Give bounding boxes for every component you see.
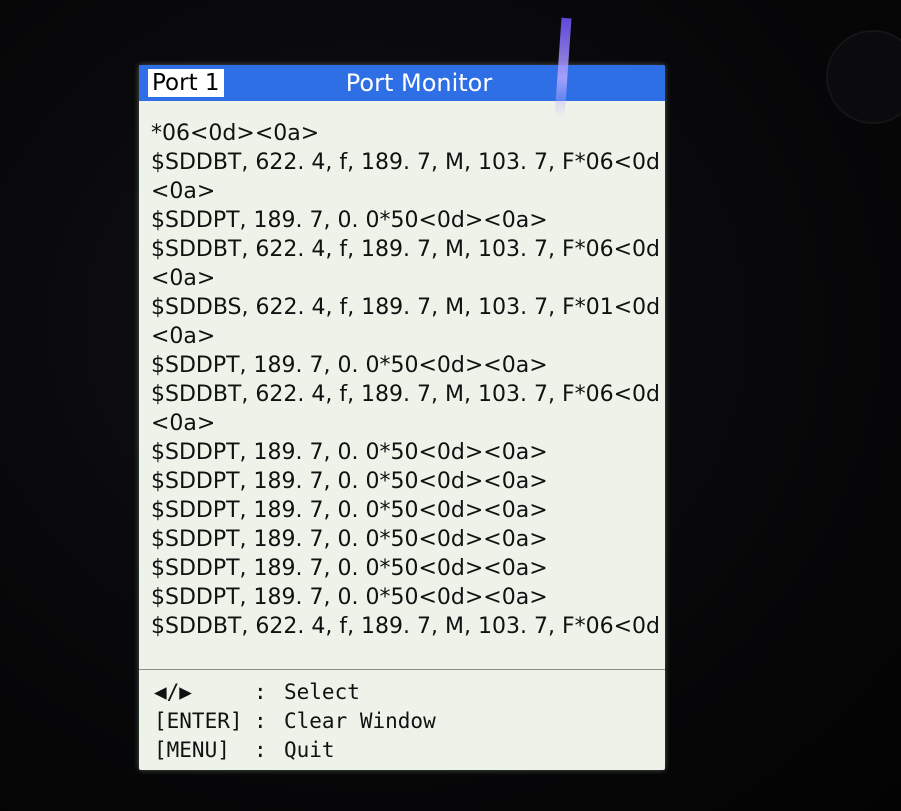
- log-line: *06<0d><0a>: [151, 121, 320, 146]
- log-line: $SDDPT, 189. 7, 0. 0*50<0d><0a>: [151, 469, 548, 494]
- port-selector[interactable]: Port 1: [148, 69, 224, 97]
- key-help: ◀/▶: Select [ENTER]: Clear Window [MENU]: Qui…: [154, 678, 654, 765]
- title-bar: Port 1 Port Monitor: [139, 65, 665, 101]
- divider: [139, 669, 665, 670]
- log-line: $SDDPT, 189. 7, 0. 0*50<0d><0a>: [151, 556, 548, 581]
- port-monitor-screen: Port 1 Port Monitor *06<0d><0a> $SDDBT, 6…: [139, 65, 665, 770]
- log-line: $SDDPT, 189. 7, 0. 0*50<0d><0a>: [151, 440, 548, 465]
- window-title: Port Monitor: [345, 69, 493, 97]
- log-line: $SDDPT, 189. 7, 0. 0*50<0d><0a>: [151, 498, 548, 523]
- log-line: <0a>: [151, 324, 216, 349]
- log-line: $SDDBT, 622. 4, f, 189. 7, M, 103. 7, F*…: [151, 150, 661, 175]
- help-row: [ENTER]: Clear Window: [154, 707, 654, 736]
- help-action: Clear Window: [284, 709, 436, 733]
- log-line: $SDDBT, 622. 4, f, 189. 7, M, 103. 7, F*…: [151, 382, 661, 407]
- help-row: ◀/▶: Select: [154, 678, 654, 707]
- log-line: <0a>: [151, 266, 216, 291]
- help-row: [MENU]: Quit: [154, 736, 654, 765]
- help-action: Select: [284, 680, 360, 704]
- log-line: $SDDPT, 189. 7, 0. 0*50<0d><0a>: [151, 353, 548, 378]
- help-action: Quit: [284, 738, 335, 762]
- log-line: $SDDPT, 189. 7, 0. 0*50<0d><0a>: [151, 585, 548, 610]
- log-line: $SDDPT, 189. 7, 0. 0*50<0d><0a>: [151, 208, 548, 233]
- help-key: ◀/▶: [154, 680, 192, 704]
- log-line: $SDDBS, 622. 4, f, 189. 7, M, 103. 7, F*…: [151, 295, 661, 320]
- device-bezel: Port 1 Port Monitor *06<0d><0a> $SDDBT, 6…: [0, 0, 901, 811]
- help-separator: :: [254, 709, 267, 733]
- log-line: <0a>: [151, 179, 216, 204]
- log-output: *06<0d><0a> $SDDBT, 622. 4, f, 189. 7, M,…: [151, 119, 661, 641]
- help-separator: :: [254, 680, 267, 704]
- log-line: $SDDBT, 622. 4, f, 189. 7, M, 103. 7, F*…: [151, 237, 661, 262]
- rotary-knob: [826, 30, 901, 124]
- help-separator: :: [254, 738, 267, 762]
- help-key: [ENTER]: [154, 709, 243, 733]
- help-key: [MENU]: [154, 738, 230, 762]
- log-line: <0a>: [151, 411, 216, 436]
- log-line: $SDDBT, 622. 4, f, 189. 7, M, 103. 7, F*…: [151, 614, 661, 639]
- log-line: $SDDPT, 189. 7, 0. 0*50<0d><0a>: [151, 527, 548, 552]
